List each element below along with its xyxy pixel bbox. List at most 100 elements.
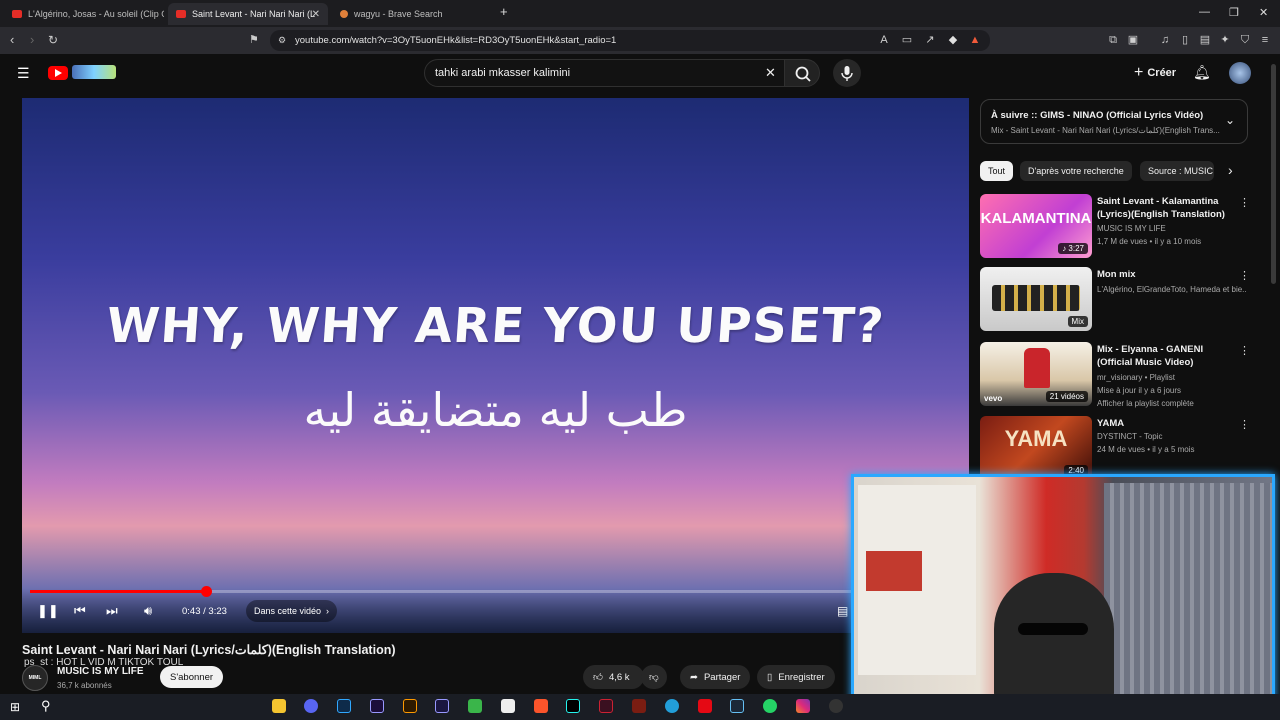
share-button[interactable]: ➦ Partager — [680, 665, 751, 689]
progress-scrubber[interactable] — [200, 586, 212, 597]
brave-rewards-icon[interactable]: ▲ — [969, 34, 981, 46]
file-explorer-icon[interactable] — [272, 699, 286, 713]
video-thumbnail[interactable]: vevo 21 vidéos — [980, 342, 1092, 406]
channel-avatar[interactable]: MIML — [22, 665, 48, 691]
share-icon[interactable]: ↗ — [924, 34, 936, 46]
volume-icon[interactable]: 🔊︎ — [144, 604, 152, 618]
recommendation-item[interactable]: vevo 21 vidéos Mix - Elyanna - GANENI (O… — [980, 342, 1250, 410]
youtube-logo-icon[interactable] — [48, 66, 68, 80]
tab-title: L'Algérino, Josas - Au soleil (Clip Offi — [28, 9, 164, 19]
after-effects-icon[interactable] — [435, 699, 449, 713]
wallet-icon[interactable]: ▣ — [1127, 34, 1139, 46]
captions-icon[interactable]: ▤ — [837, 604, 848, 618]
shield-icon[interactable]: ⛉ — [1239, 34, 1251, 46]
capcut-icon[interactable] — [501, 699, 515, 713]
brave-shield-icon[interactable]: ◆ — [947, 34, 959, 46]
vpn-icon[interactable]: ▤ — [1199, 34, 1211, 46]
dislike-button[interactable]: 👎︎ — [641, 665, 667, 689]
menu-icon[interactable]: ≡ — [1259, 34, 1271, 46]
address-bar[interactable]: ⚙ youtube.com/watch?v=3OyT5uonEHk&list=R… — [270, 30, 990, 51]
channel-name[interactable]: MUSIC IS MY LIFE — [57, 666, 144, 677]
app-icon-3[interactable] — [829, 699, 843, 713]
bookmark-icon[interactable]: ⚑ — [249, 33, 259, 47]
voice-search-button[interactable] — [833, 59, 861, 87]
translate-icon[interactable]: A — [878, 34, 890, 46]
subscribe-button[interactable]: S'abonner — [160, 666, 224, 688]
sidebar-icon[interactable]: ▯ — [1179, 34, 1191, 46]
create-button[interactable]: + Créer — [1124, 60, 1186, 86]
hamburger-menu-icon[interactable]: ☰ — [17, 66, 30, 80]
instagram-icon[interactable] — [796, 699, 810, 713]
recommendation-item[interactable]: KALAMANTINA ♪ 3:27 Saint Levant - Kalama… — [980, 194, 1250, 262]
new-tab-button[interactable]: + — [500, 4, 508, 19]
view-full-playlist-link[interactable]: Afficher la playlist complète — [1097, 399, 1247, 408]
tab-brave-search[interactable]: wagyu - Brave Search — [332, 3, 492, 25]
brave-icon[interactable] — [534, 699, 548, 713]
tab-saint-levant[interactable]: Saint Levant - Nari Nari Nari (L ✕ — [168, 3, 328, 25]
media-icon[interactable]: ♫ — [1159, 34, 1171, 46]
next-icon[interactable]: ⏭︎ — [106, 604, 118, 618]
search-button[interactable] — [784, 59, 820, 87]
minimize-icon[interactable]: — — [1199, 6, 1210, 18]
app-icon[interactable] — [468, 699, 482, 713]
more-options-icon[interactable]: ⋮ — [1239, 418, 1250, 431]
chip-search-based[interactable]: D'après votre recherche — [1020, 161, 1132, 181]
app-icon-2[interactable] — [599, 699, 613, 713]
close-tab-icon[interactable]: ✕ — [312, 9, 320, 20]
game-icon[interactable] — [632, 699, 646, 713]
reload-icon[interactable]: ↻ — [48, 33, 58, 47]
restore-icon[interactable]: ❐ — [1229, 6, 1239, 19]
clear-search-icon[interactable]: ✕ — [765, 65, 776, 81]
forward-icon[interactable]: › — [30, 33, 34, 47]
photoshop-icon[interactable] — [337, 699, 351, 713]
taskbar-search-icon[interactable]: ⚲ — [41, 698, 51, 714]
whatsapp-icon[interactable] — [763, 699, 777, 713]
video-thumbnail[interactable]: KALAMANTINA ♪ 3:27 — [980, 194, 1092, 258]
more-options-icon[interactable]: ⋮ — [1239, 344, 1250, 357]
chips-next-icon[interactable]: › — [1228, 162, 1233, 178]
telegram-icon[interactable] — [665, 699, 679, 713]
search-input[interactable]: tahki arabi mkasser kalimini ✕ — [424, 59, 790, 87]
recommendation-item[interactable]: Mix Mon mix L'Algérino, ElGrandeToto, Ha… — [980, 267, 1250, 335]
leo-ai-icon[interactable]: ✦ — [1219, 34, 1231, 46]
windows-start-icon[interactable]: ⊞ — [10, 700, 20, 714]
premiere-icon[interactable] — [370, 699, 384, 713]
youtube-favicon-icon — [12, 10, 22, 18]
back-icon[interactable]: ‹ — [10, 33, 14, 47]
notifications-bell-icon[interactable]: 🔔︎ — [1193, 64, 1211, 81]
chip-source[interactable]: Source : MUSIC — [1140, 161, 1214, 181]
site-info-icon[interactable]: ⚙ — [276, 34, 288, 46]
close-window-icon[interactable]: ✕ — [1259, 6, 1268, 19]
extensions-icon[interactable]: ⧉ — [1107, 34, 1119, 46]
person — [994, 573, 1114, 707]
create-label: Créer — [1147, 67, 1177, 79]
tiktok-icon[interactable] — [566, 699, 580, 713]
cast-icon[interactable]: ▭ — [901, 34, 913, 46]
save-button[interactable]: ▯ Enregistrer — [757, 665, 835, 689]
up-next-panel[interactable]: À suivre :: GIMS - NINAO (Official Lyric… — [980, 99, 1248, 144]
more-options-icon[interactable]: ⋮ — [1239, 269, 1250, 282]
video-player[interactable]: WHY, WHY ARE YOU UPSET? طب ليه متضايقة ل… — [22, 98, 969, 633]
illustrator-icon[interactable] — [403, 699, 417, 713]
video-thumbnail[interactable]: Mix — [980, 267, 1092, 331]
more-options-icon[interactable]: ⋮ — [1239, 196, 1250, 209]
netflix-icon[interactable] — [698, 699, 712, 713]
pause-icon[interactable]: ❚❚ — [37, 604, 59, 618]
progress-bar[interactable] — [30, 586, 858, 597]
tab-lalgerino[interactable]: L'Algérino, Josas - Au soleil (Clip Offi — [4, 3, 164, 25]
doodle-logo-icon[interactable] — [72, 65, 116, 79]
like-button[interactable]: 👍︎ 4,6 k — [583, 665, 644, 689]
chevron-down-icon[interactable]: ⌄ — [1225, 113, 1235, 127]
account-avatar[interactable] — [1229, 62, 1251, 84]
chapters-button[interactable]: Dans cette vidéo › — [246, 600, 338, 622]
rec-channel: DYSTINCT - Topic — [1097, 432, 1163, 441]
progress-fill — [30, 590, 206, 593]
webcam-overlay — [851, 474, 1275, 710]
previous-icon[interactable]: ⏮︎ — [74, 604, 86, 618]
discord-icon[interactable] — [304, 699, 318, 713]
chip-tout[interactable]: Tout — [980, 161, 1014, 181]
page-scrollbar[interactable] — [1271, 64, 1276, 284]
steam-icon[interactable] — [730, 699, 744, 713]
video-thumbnail[interactable]: YAMA 2:40 — [980, 416, 1092, 480]
rec-meta: 24 M de vues • il y a 5 mois — [1097, 445, 1195, 454]
